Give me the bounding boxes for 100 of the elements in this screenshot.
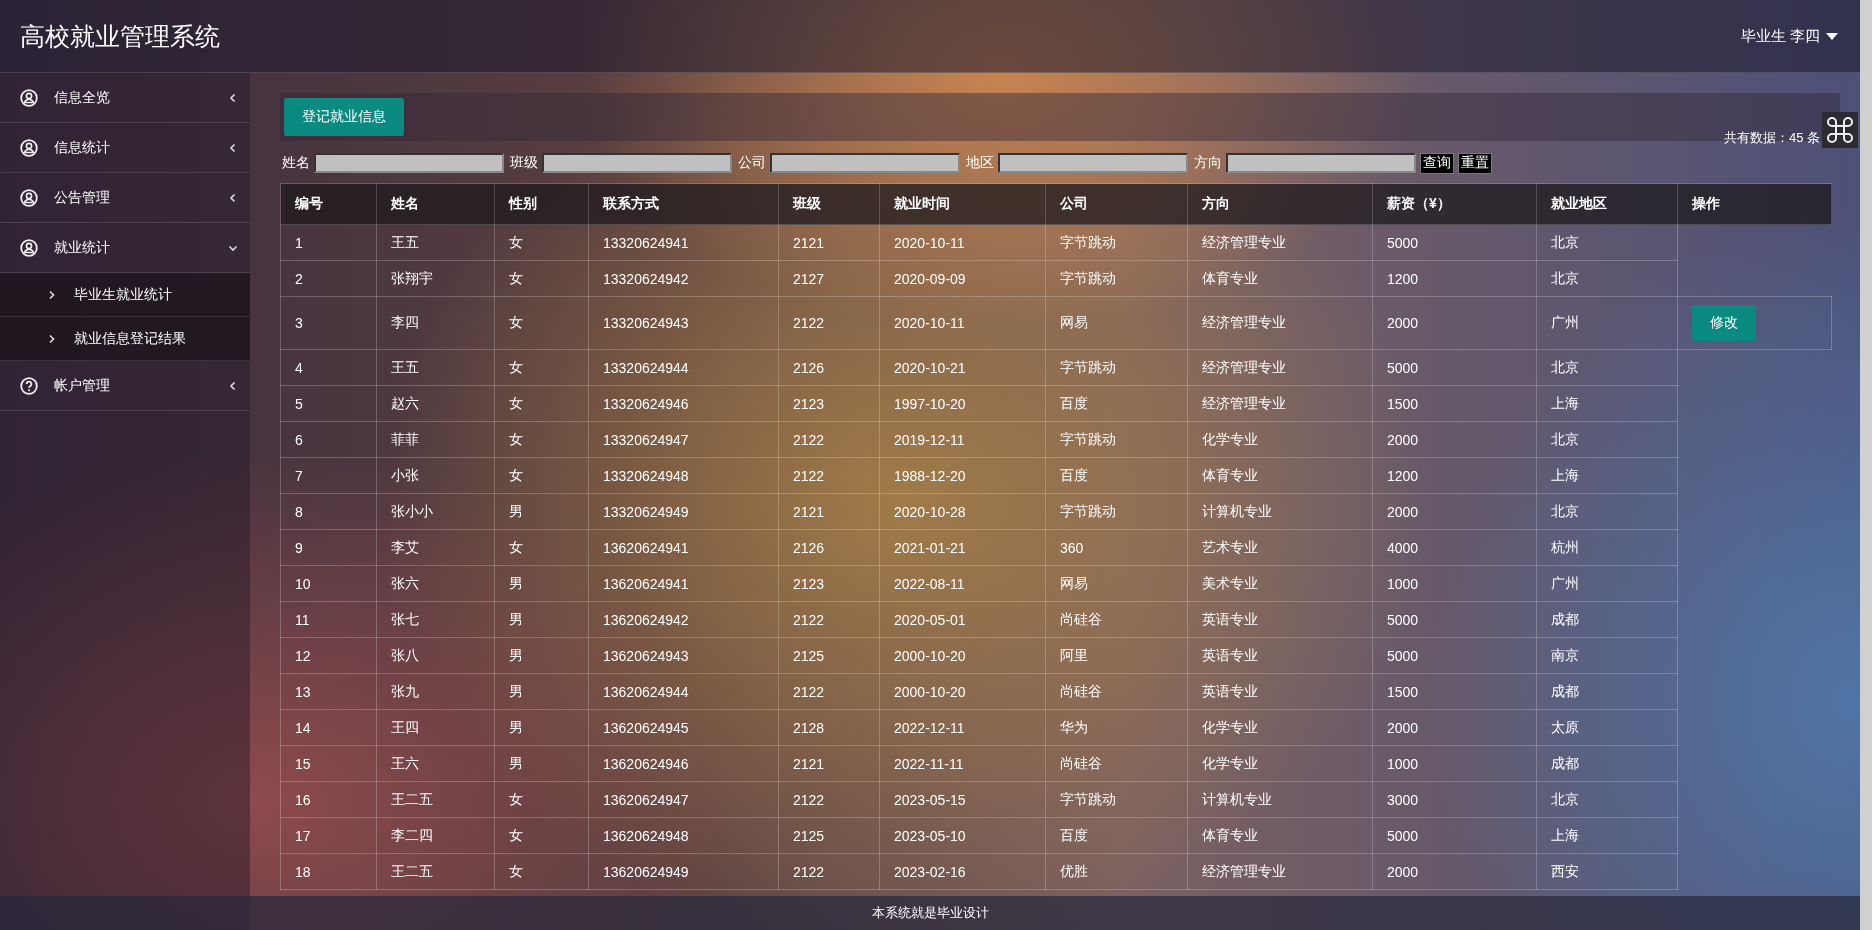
- table-cell: 体育专业: [1187, 260, 1373, 297]
- table-cell: 杭州: [1536, 529, 1678, 566]
- floating-tool-button[interactable]: [1822, 112, 1858, 148]
- table-cell: 女: [494, 421, 589, 458]
- column-header: 操作: [1677, 183, 1832, 225]
- table-cell: 尚硅谷: [1045, 745, 1188, 782]
- table-cell: 北京: [1536, 781, 1678, 818]
- sidebar-item[interactable]: 信息统计: [0, 123, 250, 173]
- table-cell: 女: [494, 260, 589, 297]
- table-cell: 2020-09-09: [879, 260, 1046, 297]
- filter-label: 公司: [738, 154, 766, 172]
- table-cell: 经济管理专业: [1187, 224, 1373, 261]
- table-cell: 2000: [1372, 421, 1537, 458]
- table-cell: 1: [280, 224, 377, 261]
- table-cell: 尚硅谷: [1045, 673, 1188, 710]
- table-cell: 李四: [376, 296, 495, 350]
- filter-input[interactable]: [1226, 153, 1416, 173]
- scrollbar[interactable]: [1860, 0, 1872, 930]
- table-cell: 女: [494, 349, 589, 386]
- table-cell: 11: [280, 601, 377, 638]
- column-header: 编号: [280, 183, 377, 225]
- table-cell: 7: [280, 457, 377, 494]
- filter-label: 班级: [510, 154, 538, 172]
- sidebar-item[interactable]: 信息全览: [0, 73, 250, 123]
- chevron-left-icon: [228, 142, 238, 153]
- table-cell: 北京: [1536, 224, 1678, 261]
- table-cell: 360: [1045, 529, 1188, 566]
- table-cell: 13620624949: [588, 853, 779, 890]
- table-cell: 上海: [1536, 385, 1678, 422]
- table-cell: 13620624941: [588, 565, 779, 602]
- table-cell: 阿里: [1045, 637, 1188, 674]
- table-cell: 13320624943: [588, 296, 779, 350]
- table-cell: 张翔宇: [376, 260, 495, 297]
- table-cell: 18: [280, 853, 377, 890]
- table-cell: 2022-11-11: [879, 745, 1046, 782]
- table-cell: 2020-10-11: [879, 224, 1046, 261]
- table-cell: 男: [494, 601, 589, 638]
- table-cell: 2023-05-15: [879, 781, 1046, 818]
- table-cell: 13620624946: [588, 745, 779, 782]
- column-header: 性别: [494, 183, 589, 225]
- table-cell: 北京: [1536, 493, 1678, 530]
- table-cell: 小张: [376, 457, 495, 494]
- user-menu[interactable]: 毕业生 李四: [1740, 26, 1838, 46]
- table-cell: 女: [494, 781, 589, 818]
- table-cell: 2022-12-11: [879, 709, 1046, 746]
- column-header: 就业时间: [879, 183, 1046, 225]
- table-cell: 女: [494, 529, 589, 566]
- table-cell: 经济管理专业: [1187, 853, 1373, 890]
- table-cell: 经济管理专业: [1187, 349, 1373, 386]
- table-cell: 2023-05-10: [879, 817, 1046, 854]
- table-cell: 1997-10-20: [879, 385, 1046, 422]
- table-cell: 广州: [1536, 565, 1678, 602]
- table-cell: 体育专业: [1187, 817, 1373, 854]
- table-cell: 女: [494, 853, 589, 890]
- table-cell: 经济管理专业: [1187, 385, 1373, 422]
- table-cell: 化学专业: [1187, 745, 1373, 782]
- sidebar-subitem[interactable]: 毕业生就业统计: [0, 273, 250, 317]
- sidebar-item[interactable]: 公告管理: [0, 173, 250, 223]
- table-cell: 艺术专业: [1187, 529, 1373, 566]
- sidebar-subitem[interactable]: 就业信息登记结果: [0, 317, 250, 361]
- table-cell: 字节跳动: [1045, 349, 1188, 386]
- table-cell: 计算机专业: [1187, 493, 1373, 530]
- filter-label: 方向: [1194, 154, 1222, 172]
- table-cell: 南京: [1536, 637, 1678, 674]
- table-cell: 1200: [1372, 457, 1537, 494]
- chevron-left-icon: [228, 92, 238, 103]
- table-cell: 字节跳动: [1045, 421, 1188, 458]
- table-cell: 13320624941: [588, 224, 779, 261]
- table-cell: 张七: [376, 601, 495, 638]
- filter-input[interactable]: [542, 153, 732, 173]
- register-button[interactable]: 登记就业信息: [284, 98, 404, 136]
- table-cell: 2022-08-11: [879, 565, 1046, 602]
- table-cell: 女: [494, 224, 589, 261]
- table-cell: 2020-10-11: [879, 296, 1046, 350]
- table-cell: 6: [280, 421, 377, 458]
- column-header: 公司: [1045, 183, 1188, 225]
- table-cell: 尚硅谷: [1045, 601, 1188, 638]
- table-cell: 15: [280, 745, 377, 782]
- table-cell: 13: [280, 673, 377, 710]
- filter-input[interactable]: [770, 153, 960, 173]
- table-cell: 1500: [1372, 385, 1537, 422]
- filter-input[interactable]: [314, 153, 504, 173]
- reset-button[interactable]: 重置: [1458, 152, 1492, 174]
- sidebar-item[interactable]: 帐户管理: [0, 361, 250, 411]
- table-cell: 2021-01-21: [879, 529, 1046, 566]
- table-cell: 张小小: [376, 493, 495, 530]
- table-cell: 化学专业: [1187, 709, 1373, 746]
- table-cell: 1988-12-20: [879, 457, 1046, 494]
- table-cell: 1500: [1372, 673, 1537, 710]
- filter-input[interactable]: [998, 153, 1188, 173]
- table-cell: 华为: [1045, 709, 1188, 746]
- table-cell: 13620624943: [588, 637, 779, 674]
- table-cell: 2123: [778, 565, 880, 602]
- edit-button[interactable]: 修改: [1692, 305, 1756, 341]
- table-cell: 菲菲: [376, 421, 495, 458]
- table-cell: 男: [494, 673, 589, 710]
- table-cell: 美术专业: [1187, 565, 1373, 602]
- table-cell: 女: [494, 385, 589, 422]
- query-button[interactable]: 查询: [1420, 152, 1454, 174]
- table-cell: 8: [280, 493, 377, 530]
